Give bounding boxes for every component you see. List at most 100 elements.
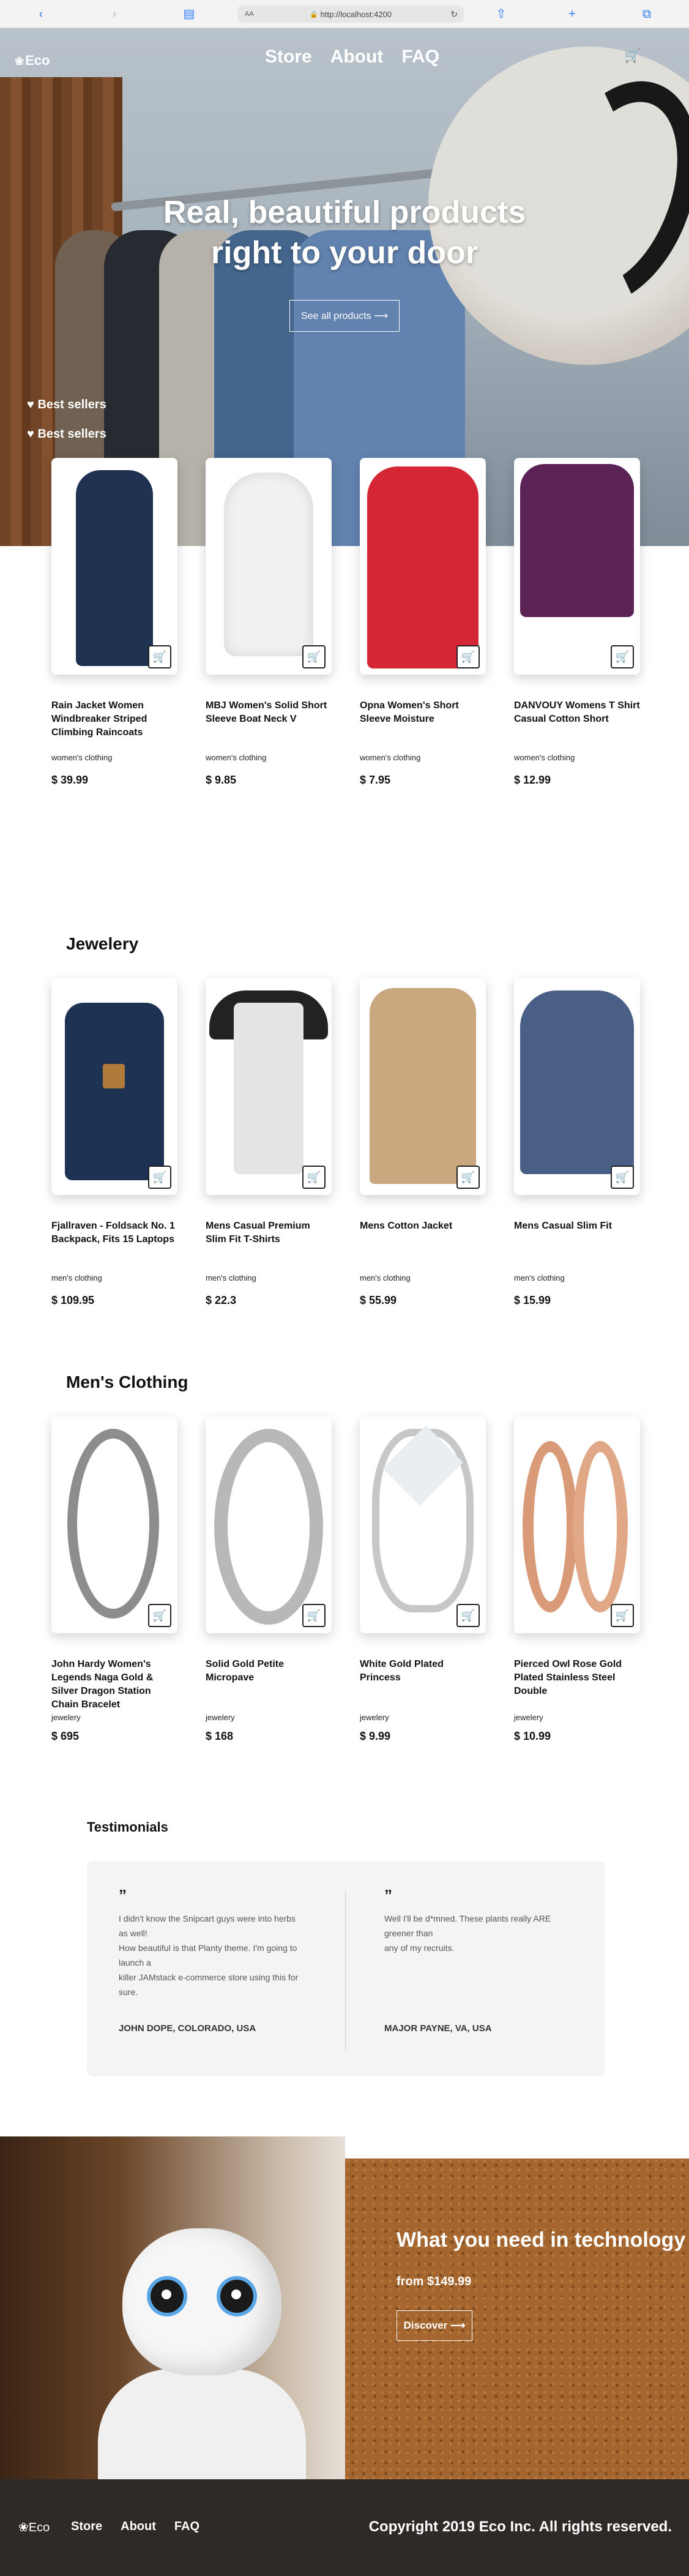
share-icon[interactable]: ⇧ [493,6,509,22]
product-price: $ 12.99 [514,774,551,786]
footer-link-about[interactable]: About [121,2520,156,2534]
new-tab-icon[interactable]: + [564,6,580,22]
leaf-icon: ❀ [15,55,24,67]
promo-subtitle: from $149.99 [397,2275,472,2288]
section-heading-mens-clothing: Men's Clothing [66,1372,188,1391]
site-logo[interactable]: ❀Eco [15,53,50,69]
product-category: women's clothing [51,753,113,762]
product-price: $ 695 [51,1730,80,1742]
hero-title: Real, beautiful products right to your d… [163,195,526,271]
product-price: $ 7.95 [360,774,391,786]
product-price: $ 9.85 [206,774,237,786]
product-price: $ 168 [206,1730,234,1742]
reload-icon[interactable]: ↻ [450,9,458,20]
testimonial-author: MAJOR PAYNE, VA, USA [384,2023,492,2034]
add-to-cart-button[interactable]: 🛒 [148,1604,171,1627]
product-price: $ 22.3 [206,1294,237,1306]
product-category: jewelery [206,1713,235,1722]
nav-link-about[interactable]: About [330,47,384,67]
testimonial: ” I didn't know the Snipcart guys were i… [119,1887,339,2036]
add-to-cart-button[interactable]: 🛒 [611,1166,634,1189]
product-image[interactable]: 🛒 [51,1417,177,1633]
footer-link-faq[interactable]: FAQ [174,2520,199,2534]
best-sellers-heading: ♥ Best sellers [27,398,106,411]
cart-icon[interactable]: 🛒 [624,48,641,64]
footer-link-store[interactable]: Store [71,2520,102,2534]
product-title[interactable]: Mens Casual Premium Slim Fit T-Shirts [206,1219,332,1246]
product-image[interactable]: 🛒 [360,1417,486,1633]
copyright: Copyright 2019 Eco Inc. All rights reser… [368,2518,672,2535]
browser-toolbar: ‹ › ▤ AA 🔒 http://localhost:4200 ↻ ⇧ + ⧉ [0,0,689,28]
product-price: $ 9.99 [360,1730,391,1742]
back-icon[interactable]: ‹ [33,6,49,22]
product-title[interactable]: MBJ Women's Solid Short Sleeve Boat Neck… [206,699,332,726]
footer: ❀Eco Store About FAQ Copyright 2019 Eco … [0,2479,689,2576]
product-title[interactable]: Pierced Owl Rose Gold Plated Stainless S… [514,1658,640,1698]
product-image[interactable]: 🛒 [206,1417,332,1633]
product-category: jewelery [51,1713,81,1722]
product-title[interactable]: Opna Women's Short Sleeve Moisture [360,699,486,726]
section-heading-jewelery: Jewelery [66,934,139,953]
product-title[interactable]: John Hardy Women's Legends Naga Gold & S… [51,1658,177,1712]
add-to-cart-button[interactable]: 🛒 [611,1604,634,1627]
product-image[interactable]: 🛒 [206,458,332,675]
see-all-products-button[interactable]: See all products ⟶ [289,300,400,332]
text-size-button[interactable]: AA [245,10,254,18]
testimonials-panel: ” I didn't know the Snipcart guys were i… [87,1861,605,2076]
add-to-cart-button[interactable]: 🛒 [148,1166,171,1189]
product-image[interactable]: 🛒 [360,978,486,1195]
product-category: women's clothing [514,753,575,762]
nav-link-store[interactable]: Store [265,47,312,67]
promo-title: What you need in technology [397,2228,686,2252]
address-bar[interactable]: AA 🔒 http://localhost:4200 ↻ [237,6,464,23]
product-price: $ 109.95 [51,1294,95,1306]
product-price: $ 39.99 [51,774,89,786]
product-category: men's clothing [51,1273,102,1282]
add-to-cart-button[interactable]: 🛒 [456,645,480,668]
product-image[interactable]: 🛒 [514,978,640,1195]
product-category: men's clothing [206,1273,256,1282]
product-category: jewelery [360,1713,389,1722]
add-to-cart-button[interactable]: 🛒 [456,1166,480,1189]
product-image[interactable]: 🛒 [51,978,177,1195]
product-image[interactable]: 🛒 [360,458,486,675]
bookmarks-icon[interactable]: ▤ [181,6,197,22]
product-price: $ 10.99 [514,1730,551,1742]
testimonials-heading: Testimonials [87,1819,168,1835]
product-title[interactable]: Solid Gold Petite Micropave [206,1658,332,1685]
add-to-cart-button[interactable]: 🛒 [302,645,326,668]
technology-promo [0,2136,689,2479]
promo-image [0,2136,345,2479]
divider [345,1890,346,2051]
product-title[interactable]: Mens Casual Slim Fit [514,1219,640,1233]
nav-link-faq[interactable]: FAQ [401,47,439,67]
product-title[interactable]: Rain Jacket Women Windbreaker Striped Cl… [51,699,177,739]
product-image[interactable]: 🛒 [51,458,177,675]
url-text: http://localhost:4200 [320,9,392,19]
product-title[interactable]: White Gold Plated Princess [360,1658,486,1685]
product-category: jewelery [514,1713,543,1722]
discover-button[interactable]: Discover ⟶ [397,2310,472,2341]
add-to-cart-button[interactable]: 🛒 [148,645,171,668]
leaf-icon: ❀ [18,2521,29,2534]
footer-logo[interactable]: ❀Eco [18,2520,50,2535]
product-image[interactable]: 🛒 [206,978,332,1195]
add-to-cart-button[interactable]: 🛒 [302,1604,326,1627]
product-category: women's clothing [360,753,421,762]
product-price: $ 55.99 [360,1294,397,1306]
product-title[interactable]: Mens Cotton Jacket [360,1219,486,1233]
add-to-cart-button[interactable]: 🛒 [611,645,634,668]
testimonial-author: JOHN DOPE, COLORADO, USA [119,2023,256,2034]
product-title[interactable]: Fjallraven - Foldsack No. 1 Backpack, Fi… [51,1219,177,1246]
tabs-icon[interactable]: ⧉ [639,6,655,22]
lock-icon: 🔒 [309,10,318,18]
forward-icon[interactable]: › [106,6,122,22]
product-title[interactable]: DANVOUY Womens T Shirt Casual Cotton Sho… [514,699,640,726]
product-category: men's clothing [514,1273,565,1282]
quote-icon: ” [384,1886,392,1904]
testimonial: ” Well I'll be d*mned. These plants real… [384,1886,605,2036]
product-image[interactable]: 🛒 [514,1417,640,1633]
product-image[interactable]: 🛒 [514,458,640,675]
add-to-cart-button[interactable]: 🛒 [302,1166,326,1189]
add-to-cart-button[interactable]: 🛒 [456,1604,480,1627]
